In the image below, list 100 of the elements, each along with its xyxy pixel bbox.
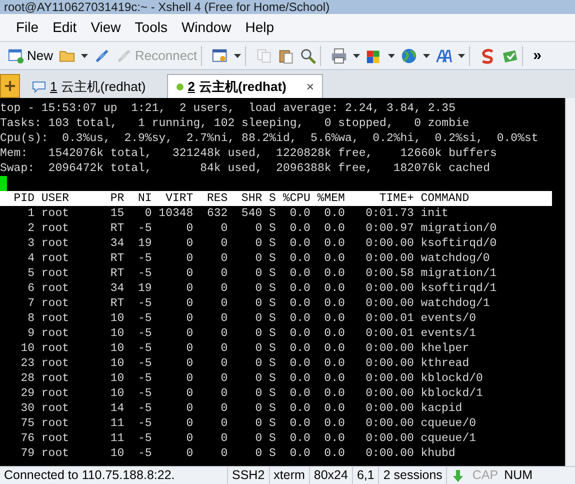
transfer-button[interactable] [502,48,518,64]
menu-item[interactable]: Help [245,17,274,38]
table-cell-text: events/1 [420,326,477,341]
table-cell-text: 0.0 [288,221,310,236]
font-icon [436,48,452,64]
table-cell-text: 0 [220,356,228,371]
scrollbar[interactable] [565,98,575,466]
table-cell-text: 0.0 [288,206,310,221]
tab-number: 2 [188,78,195,96]
table-cell-text: 0:00.00 [364,371,414,386]
print-button[interactable] [331,48,360,64]
table-cell-text: root [41,326,70,341]
caret-icon[interactable] [353,54,360,58]
terminal[interactable] [0,98,565,466]
table-cell-text: 0 [185,446,194,461]
table-cell-text: 14 [109,401,124,416]
table-cell: S [269,281,276,296]
table-cell-text: 10 [109,446,124,461]
table-cell: S [269,326,276,341]
menu-item[interactable]: Edit [52,17,77,38]
table-cell: S [269,386,276,401]
table-cell-text: 10 [109,311,124,326]
table-cell-text: 0 [185,386,194,401]
table-cell-text: RT [109,266,124,281]
column-header: %MEM [317,191,345,206]
table-cell-text: migration/0 [420,221,498,236]
column-header: SHR [240,191,262,206]
properties-button[interactable] [212,48,242,64]
table-cell-text: 0 [254,416,262,431]
caret-icon[interactable] [458,54,466,58]
table-cell-text: 0.0 [323,296,345,311]
font-button[interactable] [436,48,466,64]
table-cell-text: root [41,296,70,311]
table-cell-text: 0 [254,326,262,341]
table-cell-text: 0 [254,386,262,401]
new-button[interactable]: New [8,46,54,66]
table-cell: S [269,251,276,266]
table-cell-text: 0:00.00 [364,416,414,431]
new-tab-button[interactable] [0,74,20,98]
table-cell-text: 0 [220,446,228,461]
table-cell-text: 0.0 [323,401,345,416]
table-cell-text: 632 [206,206,228,221]
table-cell-text: 10 [109,386,124,401]
table-cell-text: 0 [220,221,228,236]
table-cell-text: 4 [26,251,34,266]
table-cell-text: 76 [20,431,34,446]
table-cell-text: 34 [109,236,124,251]
caret-icon[interactable] [423,54,430,58]
table-cell-text: 0 [185,251,194,266]
close-tab-button[interactable]: × [306,76,314,96]
table-cell-text: 0.0 [323,266,345,281]
table-cell-text: 0 [185,311,194,326]
table-cell-text: 0 [254,266,262,281]
table-cell-text: 0.0 [323,251,345,266]
paste-button[interactable] [278,48,294,64]
table-cell: S [269,356,276,371]
table-cell-text: 0 [220,341,228,356]
table-cell-text: 0 [185,296,194,311]
caret-icon[interactable] [81,54,88,58]
find-button[interactable] [300,48,316,64]
menu-item[interactable]: View [90,17,121,38]
table-cell-text: 0 [220,311,228,326]
table-cell-text: 0:00.00 [364,236,414,251]
column-header: S [269,191,276,206]
status-text: SSH2 [228,466,270,484]
caret-icon[interactable] [388,54,396,58]
table-cell-text: ksoftirqd/0 [420,236,498,251]
table-cell-text: khubd [420,446,456,461]
table-cell-text: kblockd/1 [420,386,484,401]
terminal-line: top - 15:53:07 up 1:21, 2 users, load average: 2.24, 3.84, 2.35 [0,101,456,116]
table-cell-text: root [41,221,70,236]
table-cell-text: -5 [136,356,152,371]
table-cell-text: 19 [136,281,152,296]
table-cell-text: kblockd/0 [420,371,484,386]
table-cell-text: 0.0 [288,431,310,446]
menu-item[interactable]: File [16,17,39,38]
colors-button[interactable] [366,48,396,64]
menu-item[interactable]: Tools [134,17,168,38]
table-cell-text: 75 [20,416,34,431]
table-cell-text: 9 [26,326,34,341]
table-cell-text: 0 [254,401,262,416]
table-cell-text: 0 [185,221,194,236]
table-cell-text: 0 [254,371,262,386]
connect-button[interactable] [94,48,110,64]
session-tab[interactable]: 2 云主机(redhat) × [166,74,323,98]
table-cell-text: root [41,386,70,401]
table-cell: S [269,206,276,221]
table-cell-text: 0 [220,386,228,401]
globe-button[interactable] [401,48,430,64]
plus-icon [5,81,15,91]
menu-item[interactable]: Window [181,17,232,38]
key-indicator: NUM [503,467,534,484]
table-cell-text: 0.0 [323,221,345,236]
table-cell-text: 0.0 [323,341,345,356]
table-cell-text: 0.0 [288,401,310,416]
table-cell: S [269,431,276,446]
table-cell-text: 0 [185,326,194,341]
caret-icon[interactable] [234,54,242,58]
table-cell-text: cqueue/0 [420,416,477,431]
more-button[interactable]: » [533,48,542,63]
